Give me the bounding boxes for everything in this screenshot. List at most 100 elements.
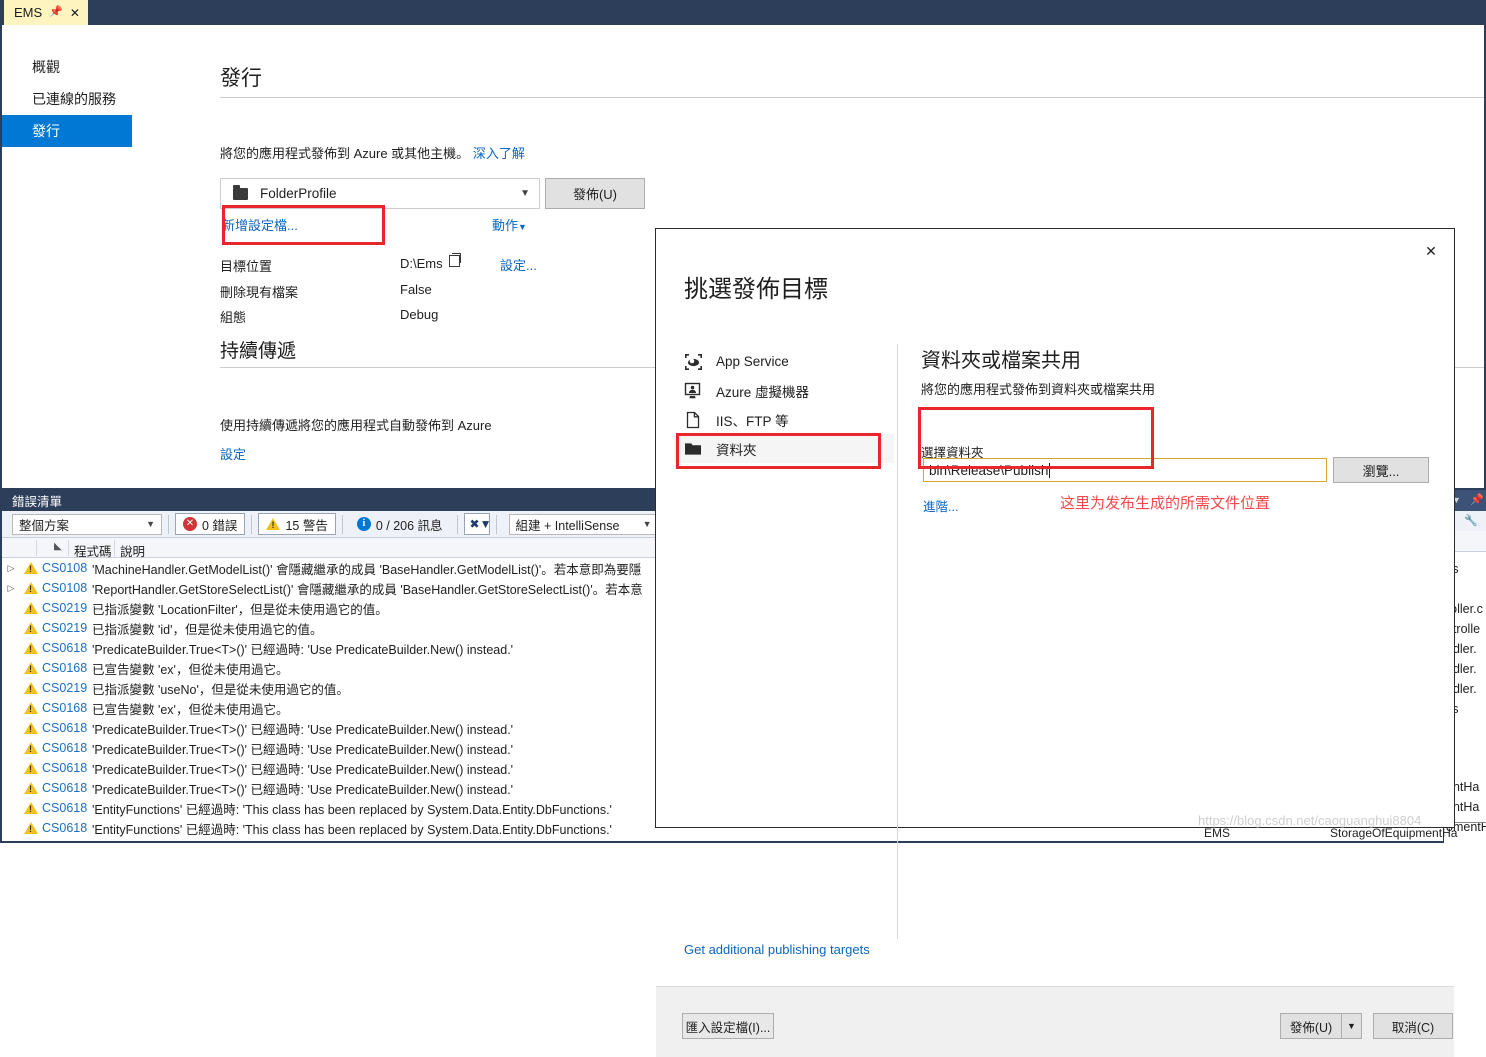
page-title: 發行	[220, 67, 262, 90]
warning-icon	[20, 762, 42, 774]
row-description: 'PredicateBuilder.True<T>()' 已經過時: 'Use …	[92, 742, 514, 757]
nav-item-overview[interactable]: 概觀	[2, 51, 132, 83]
prop-value-configuration: Debug	[400, 307, 439, 322]
subtitle-text: 將您的應用程式發佈到 Azure 或其他主機。	[220, 146, 470, 161]
errors-toggle[interactable]: ✕ 0 錯誤	[175, 513, 246, 535]
target-label: IIS、FTP 等	[716, 413, 789, 429]
app-service-icon	[684, 353, 703, 371]
nav-item-publish[interactable]: 發行	[2, 115, 132, 147]
status-file: StorageOfEquipmentHa	[1330, 826, 1458, 840]
toolbar-separator	[341, 514, 343, 534]
column-divider	[68, 540, 69, 556]
target-app-service[interactable]: App Service	[674, 347, 894, 376]
learn-more-link[interactable]: 深入了解	[473, 146, 525, 161]
toolbar-separator	[168, 514, 169, 534]
pin-icon[interactable]: 📌	[49, 7, 63, 18]
publish-target-list: App Service Azure 虛擬機器 IIS、FTP 等 資料夾	[674, 347, 894, 463]
chevron-down-icon: ▼	[520, 188, 530, 199]
warnings-toggle[interactable]: 15 警告	[258, 513, 336, 535]
warning-icon	[20, 722, 42, 734]
build-filter-value: 組建 + IntelliSense	[515, 518, 620, 533]
import-profile-button[interactable]: 匯入設定檔(I)...	[682, 1013, 774, 1039]
toolbar-separator	[251, 514, 253, 534]
warning-icon	[20, 602, 42, 614]
actions-label: 動作	[492, 218, 519, 233]
close-icon[interactable]: ✕	[1418, 239, 1444, 263]
info-icon: i	[356, 517, 371, 531]
publish-button[interactable]: 發佈(U)	[545, 178, 645, 209]
row-code: CS0108	[42, 561, 88, 575]
nav-item-label: 發行	[32, 123, 60, 139]
profile-name: FolderProfile	[260, 186, 337, 201]
error-icon: ✕	[183, 517, 197, 531]
close-icon[interactable]: ✕	[70, 7, 80, 19]
pin-icon[interactable]: 📌	[1470, 493, 1484, 506]
folder-path-input[interactable]: bin\Release\Publish	[923, 458, 1327, 482]
messages-toggle[interactable]: i 0 / 206 訊息	[349, 513, 451, 535]
detail-subtitle: 將您的應用程式發佈到資料夾或檔案共用	[921, 382, 1156, 397]
expander-icon[interactable]: ▷	[2, 583, 20, 594]
copy-icon[interactable]	[449, 253, 461, 267]
row-description: 'PredicateBuilder.True<T>()' 已經過時: 'Use …	[92, 722, 514, 737]
row-code: CS0219	[42, 621, 88, 635]
scope-filter-dropdown[interactable]: 整個方案 ▼	[12, 513, 162, 535]
folder-icon	[684, 440, 703, 458]
actions-menu[interactable]: 動作▼	[492, 215, 527, 234]
row-description: 已指派變數 'useNo'，但是從未使用過它的值。	[92, 682, 349, 697]
row-code: CS0219	[42, 601, 88, 615]
target-settings-link[interactable]: 設定...	[500, 255, 537, 274]
row-description: 已指派變數 'LocationFilter'，但是從未使用過它的值。	[92, 602, 388, 617]
row-code: CS0618	[42, 821, 88, 835]
import-profile-label: 匯入設定檔(I)...	[685, 1020, 771, 1035]
page-subtitle: 將您的應用程式發佈到 Azure 或其他主機。 深入了解	[220, 143, 525, 162]
warning-icon	[20, 702, 42, 714]
row-code: CS0219	[42, 681, 88, 695]
build-filter-dropdown[interactable]: 組建 + IntelliSense ▼	[508, 513, 659, 535]
row-description: 'PredicateBuilder.True<T>()' 已經過時: 'Use …	[92, 782, 514, 797]
target-folder[interactable]: 資料夾	[674, 434, 894, 463]
browse-button[interactable]: 瀏覽...	[1333, 457, 1429, 483]
clear-filter-button[interactable]: ✖▼	[463, 513, 491, 535]
row-code: CS0618	[42, 641, 88, 655]
browse-button-label: 瀏覽...	[1362, 463, 1400, 479]
severity-column-icon: ◣	[54, 541, 62, 552]
row-code: CS0618	[42, 801, 88, 815]
tab-label: EMS	[14, 5, 43, 20]
row-description: 'PredicateBuilder.True<T>()' 已經過時: 'Use …	[92, 762, 514, 777]
toolbar-separator	[495, 514, 497, 534]
target-label: App Service	[716, 354, 789, 369]
scope-filter-value: 整個方案	[19, 518, 70, 533]
warning-icon	[20, 642, 42, 654]
row-description: 已指派變數 'id'，但是從未使用過它的值。	[92, 622, 323, 637]
errors-count-label: 0 錯誤	[202, 518, 238, 533]
dialog-footer: 匯入設定檔(I)... 發佈(U) ▼ 取消(C)	[656, 986, 1454, 1057]
dialog-cancel-label: 取消(C)	[1391, 1020, 1435, 1035]
continuous-delivery-title: 持續傳遞	[220, 341, 297, 362]
new-profile-link[interactable]: 新增設定檔...	[222, 215, 298, 234]
document-tab-strip: EMS 📌 ✕	[0, 0, 1486, 25]
text-caret	[1049, 462, 1051, 478]
target-iis-ftp[interactable]: IIS、FTP 等	[674, 405, 894, 434]
dialog-cancel-button[interactable]: 取消(C)	[1373, 1013, 1453, 1039]
nav-item-connected-services[interactable]: 已連線的服務	[2, 83, 132, 115]
chevron-down-icon[interactable]: ▼	[1342, 1013, 1362, 1039]
target-azure-vm[interactable]: Azure 虛擬機器	[674, 376, 894, 405]
wrench-icon[interactable]: 🔧	[1464, 514, 1478, 527]
publish-button-label: 發佈(U)	[572, 187, 618, 202]
row-code: CS0618	[42, 761, 88, 775]
row-code: CS0618	[42, 741, 88, 755]
profile-dropdown[interactable]: FolderProfile ▼	[220, 178, 540, 209]
visual-studio-window: EMS 📌 ✕ 概觀 已連線的服務 發行 發行 將您的應用程式發佈到 Azure…	[0, 0, 1486, 1057]
continuous-delivery-setup-link[interactable]: 設定	[220, 444, 246, 463]
expander-icon[interactable]: ▷	[2, 563, 20, 574]
dialog-publish-button[interactable]: 發佈(U)	[1280, 1013, 1342, 1039]
prop-label-target-location: 目標位置	[220, 259, 273, 274]
advanced-link[interactable]: 進階...	[923, 496, 958, 515]
warning-icon	[20, 662, 42, 674]
row-code: CS0168	[42, 701, 88, 715]
additional-targets-link[interactable]: Get additional publishing targets	[684, 942, 870, 957]
document-tab-ems[interactable]: EMS 📌 ✕	[4, 0, 88, 25]
row-description: 已宣告變數 'ex'，但從未使用過它。	[92, 662, 289, 677]
row-description: 'MachineHandler.GetModelList()' 會隱藏繼承的成員…	[92, 562, 642, 577]
column-divider	[114, 540, 115, 556]
